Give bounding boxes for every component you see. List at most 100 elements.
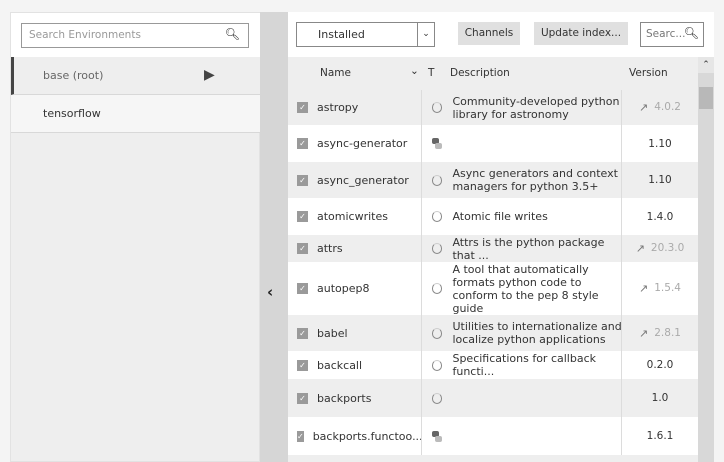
- upgrade-arrow-icon[interactable]: ↗: [639, 101, 648, 114]
- upgrade-arrow-icon[interactable]: ↗: [636, 242, 645, 255]
- package-version: 0.2.0: [646, 359, 674, 371]
- channels-button[interactable]: Channels: [458, 22, 520, 45]
- python-icon: [432, 138, 442, 149]
- packages-panel: Installed ⌄ Channels Update index... Sea…: [288, 12, 714, 462]
- package-checkbox[interactable]: ✓: [297, 327, 308, 339]
- package-name: async-generator: [317, 137, 408, 150]
- package-checkbox[interactable]: ✓: [297, 392, 308, 404]
- sort-chevron-down-icon[interactable]: ⌄: [410, 65, 419, 77]
- scroll-up-icon[interactable]: ⌃: [698, 57, 714, 73]
- search-environments-input[interactable]: Search Environments 🔍︎: [21, 23, 249, 48]
- table-row[interactable]: ✓ attrs Attrs is the python package that .…: [288, 235, 698, 262]
- upgrade-arrow-icon[interactable]: ↗: [639, 327, 648, 340]
- package-description: Utilities to internationalize and locali…: [452, 320, 622, 346]
- package-checkbox[interactable]: ✓: [297, 211, 308, 222]
- chevron-down-icon[interactable]: ⌄: [417, 23, 434, 46]
- package-version: 1.6.1: [646, 430, 674, 442]
- package-checkbox[interactable]: ✓: [297, 359, 308, 371]
- package-name: backports: [317, 391, 372, 405]
- package-name: babel: [317, 326, 348, 340]
- panel-splitter: ‹: [260, 12, 288, 462]
- package-description: Attrs is the python package that ...: [452, 235, 605, 262]
- table-row[interactable]: ✓ backports.functoo... 1.6.1: [288, 417, 698, 455]
- package-version: 1.10: [648, 174, 672, 186]
- search-icon[interactable]: 🔍︎: [684, 26, 699, 40]
- environments-search-area: Search Environments 🔍︎: [11, 13, 261, 57]
- table-row[interactable]: [288, 455, 698, 462]
- column-divider: [421, 198, 422, 235]
- column-divider: [421, 417, 422, 455]
- column-divider: [421, 379, 422, 417]
- table-row[interactable]: ✓ babel Utilities to internationalize and …: [288, 315, 698, 351]
- search-icon[interactable]: 🔍︎: [225, 27, 240, 41]
- conda-circle-icon: [432, 211, 443, 222]
- search-placeholder: Search Environments: [29, 29, 141, 41]
- package-checkbox[interactable]: ✓: [297, 283, 308, 294]
- package-name: backports.functoo...: [312, 429, 423, 443]
- header-description[interactable]: Description: [450, 67, 510, 79]
- environment-item-tensorflow[interactable]: tensorflow: [11, 95, 261, 133]
- package-description: Community-developed python library for a…: [452, 94, 620, 121]
- conda-circle-icon: [432, 174, 443, 186]
- table-row[interactable]: ✓ backports 1.0: [288, 379, 698, 417]
- update-index-button[interactable]: Update index...: [534, 22, 628, 45]
- conda-circle-icon: [432, 102, 443, 113]
- package-name: autopep8: [317, 282, 370, 295]
- package-version: 4.0.2: [654, 101, 681, 113]
- python-icon: [432, 430, 442, 442]
- search-placeholder: Searc...: [646, 28, 686, 40]
- column-divider: [421, 162, 422, 198]
- table-row[interactable]: ✓ backcall Specifications for callback fun…: [288, 351, 698, 379]
- environment-item-base[interactable]: base (root) ▶: [11, 57, 261, 95]
- package-description: Async generators and context managers fo…: [452, 167, 618, 193]
- filter-value: Installed: [318, 28, 365, 41]
- conda-circle-icon: [432, 283, 443, 294]
- package-version: 1.5.4: [654, 282, 681, 294]
- package-name: atomicwrites: [317, 210, 388, 223]
- column-divider: [421, 262, 422, 315]
- column-divider: [421, 351, 422, 379]
- package-description: A tool that automatically formats python…: [452, 262, 599, 315]
- package-description: Atomic file writes: [452, 210, 548, 223]
- column-divider: [421, 315, 422, 351]
- conda-circle-icon: [432, 359, 443, 371]
- search-packages-input[interactable]: Searc... 🔍︎: [640, 22, 704, 47]
- header-version[interactable]: Version: [629, 67, 668, 79]
- package-version: 1.0: [651, 392, 669, 404]
- scrollbar-thumb[interactable]: [699, 87, 713, 109]
- table-row[interactable]: ✓ async_generator Async generators and con…: [288, 162, 698, 198]
- environments-panel: Search Environments 🔍︎ base (root) ▶ ten…: [10, 12, 261, 462]
- packages-table: ✓ astropy Community-developed python libra…: [288, 90, 698, 462]
- column-divider: [421, 125, 422, 162]
- environment-label: tensorflow: [43, 107, 101, 120]
- column-divider: [421, 235, 422, 262]
- package-name: backcall: [317, 358, 363, 372]
- package-checkbox[interactable]: ✓: [297, 102, 308, 113]
- conda-circle-icon: [432, 327, 443, 339]
- package-description: Specifications for callback functi...: [452, 352, 596, 378]
- conda-circle-icon: [432, 392, 443, 404]
- packages-toolbar: Installed ⌄ Channels Update index... Sea…: [288, 12, 714, 57]
- environment-label: base (root): [43, 69, 104, 82]
- header-name[interactable]: Name: [320, 67, 351, 79]
- package-filter-select[interactable]: Installed ⌄: [296, 22, 435, 47]
- table-row[interactable]: ✓ atomicwrites Atomic file writes 1.4.0: [288, 198, 698, 235]
- package-version: 1.4.0: [646, 210, 674, 223]
- table-row[interactable]: ✓ astropy Community-developed python libra…: [288, 90, 698, 125]
- package-version: 1.10: [648, 137, 672, 150]
- package-checkbox[interactable]: ✓: [297, 430, 304, 442]
- upgrade-arrow-icon[interactable]: ↗: [639, 282, 648, 295]
- header-type[interactable]: T: [428, 67, 434, 79]
- conda-circle-icon: [432, 243, 443, 254]
- scrollbar[interactable]: ⌃: [698, 57, 714, 462]
- table-row[interactable]: ✓ autopep8 A tool that automatically forma…: [288, 262, 698, 315]
- package-checkbox[interactable]: ✓: [297, 174, 308, 186]
- play-icon[interactable]: ▶: [204, 67, 215, 83]
- package-name: attrs: [317, 242, 343, 255]
- chevron-left-icon[interactable]: ‹: [267, 283, 273, 301]
- table-row[interactable]: ✓ async-generator 1.10: [288, 125, 698, 162]
- package-name: astropy: [317, 101, 359, 114]
- package-name: async_generator: [317, 173, 409, 187]
- package-checkbox[interactable]: ✓: [297, 243, 308, 254]
- package-checkbox[interactable]: ✓: [297, 138, 308, 149]
